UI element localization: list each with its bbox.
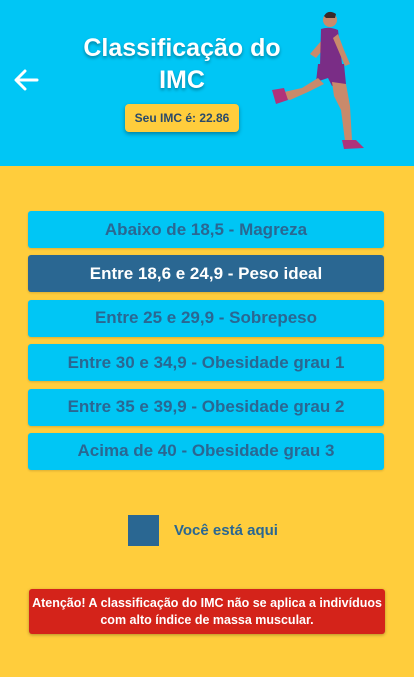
classification-item-peso-ideal: Entre 18,6 e 24,9 - Peso ideal <box>28 255 384 293</box>
arrow-left-icon <box>14 69 39 91</box>
classification-item-obesidade-1: Entre 30 e 34,9 - Obesidade grau 1 <box>28 344 384 382</box>
classification-item-magreza: Abaixo de 18,5 - Magreza <box>28 211 384 248</box>
classification-item-sobrepeso: Entre 25 e 29,9 - Sobrepeso <box>28 299 384 337</box>
legend-swatch <box>128 515 159 546</box>
classification-list: Abaixo de 18,5 - Magreza Entre 18,6 e 24… <box>28 211 384 477</box>
imc-badge: Seu IMC é: 22.86 <box>125 104 239 132</box>
back-button[interactable] <box>12 66 40 94</box>
legend-label: Você está aqui <box>174 522 278 539</box>
classification-item-obesidade-2: Entre 35 e 39,9 - Obesidade grau 2 <box>28 388 384 426</box>
classification-item-obesidade-3: Acima de 40 - Obesidade grau 3 <box>28 432 384 470</box>
header: Classificação do IMC Seu IMC é: 22.86 <box>0 0 414 166</box>
runner-illustration <box>272 11 364 149</box>
warning-banner: Atenção! A classificação do IMC não se a… <box>29 589 385 634</box>
page-title: Classificação do IMC <box>83 34 281 94</box>
